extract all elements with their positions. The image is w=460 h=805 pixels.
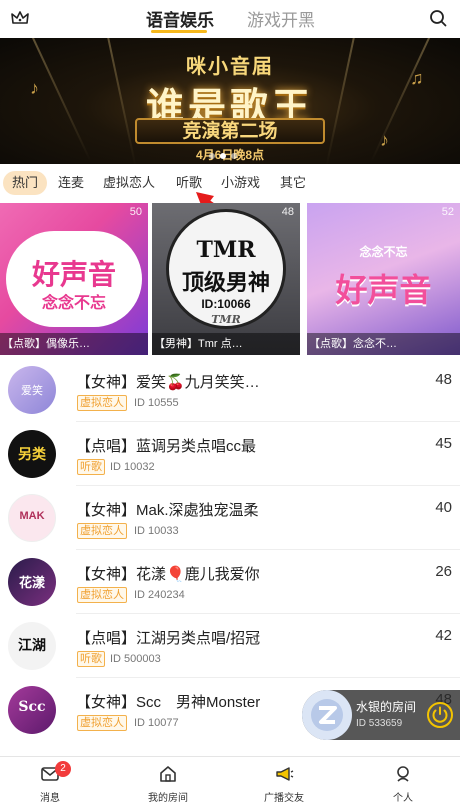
room-count: 40 <box>435 499 452 516</box>
featured-rooms: 50 好声音 念念不忘 【点歌】偶像乐… 48 TMR 顶级男神 ID:1006… <box>0 203 460 355</box>
card-art-text: TMR <box>196 237 256 263</box>
room-tag: 听歌 <box>77 459 105 475</box>
top-bar: 语音娱乐 游戏开黑 <box>0 0 460 38</box>
avatar <box>302 690 352 740</box>
card-art-text: ID:10066 <box>201 297 251 311</box>
tab-gaming[interactable]: 游戏开黑 <box>247 6 315 31</box>
card-art-text: TMR <box>211 313 241 326</box>
list-item[interactable]: MAK 【女神】Mak.深處独宠温柔 虚拟恋人 ID 10033 40 <box>0 486 460 550</box>
card-art-text: 念念不忘 <box>359 245 408 259</box>
room-title: 【女神】爱笑🍒九月笑笑… <box>76 374 260 391</box>
card-caption: 【男神】Tmr 点… <box>152 333 300 355</box>
list-item[interactable]: 花漾 【女神】花漾🎈鹿儿我爱你 虚拟恋人 ID 240234 26 <box>0 550 460 614</box>
card-count: 52 <box>441 206 454 218</box>
category-virtual-lover[interactable]: 虚拟恋人 <box>103 171 155 195</box>
power-icon[interactable] <box>426 701 454 729</box>
room-title: 【点唱】蓝调另类点唱cc最 <box>76 438 257 455</box>
card-caption: 【点歌】偶像乐… <box>0 333 148 355</box>
room-tag: 虚拟恋人 <box>77 587 127 603</box>
nav-messages[interactable]: 2 消息 <box>4 757 96 805</box>
room-tag: 听歌 <box>77 651 105 667</box>
nav-label: 消息 <box>40 793 60 804</box>
home-icon <box>160 766 176 782</box>
banner-top-line: 咪小音届 <box>186 54 274 78</box>
banner-subtitle: 竞演第二场 <box>135 118 325 144</box>
card-count: 50 <box>129 206 142 218</box>
category-hot[interactable]: 热门 <box>3 171 48 195</box>
avatar: Scc <box>8 686 56 734</box>
room-id: ID 500003 <box>110 653 161 665</box>
avatar: 江湖 <box>8 622 56 670</box>
person-icon <box>397 766 409 782</box>
room-count: 26 <box>435 563 452 580</box>
card-caption: 【点歌】念念不… <box>307 333 460 355</box>
floating-room-bubble[interactable]: 水银的房间 ID 533659 <box>302 690 460 740</box>
floating-room-name: 水银的房间 <box>356 700 417 714</box>
nav-profile[interactable]: 个人 <box>357 757 449 805</box>
card-art-text: 念念不忘 <box>41 295 106 312</box>
list-item[interactable]: 江湖 【点唱】江湖另类点唱/招冠 听歌 ID 500003 42 <box>0 614 460 678</box>
room-count: 45 <box>435 435 452 452</box>
category-mic[interactable]: 连麦 <box>58 171 84 195</box>
nav-label: 广播交友 <box>264 793 304 804</box>
room-id: ID 10032 <box>110 461 155 473</box>
nav-broadcast[interactable]: 广播交友 <box>238 757 330 805</box>
room-tag: 虚拟恋人 <box>77 715 127 731</box>
nav-my-room[interactable]: 我的房间 <box>122 757 214 805</box>
room-title: 【女神】Scc 男神Monster <box>76 694 261 711</box>
featured-card[interactable]: 52 念念不忘 好声音 【点歌】念念不… <box>307 203 460 355</box>
banner-pager <box>209 146 253 159</box>
unread-badge: 2 <box>55 761 71 777</box>
room-tag: 虚拟恋人 <box>77 395 127 411</box>
card-art-text: 顶级男神 <box>181 270 270 295</box>
pager-dot-active <box>220 153 226 159</box>
category-other[interactable]: 其它 <box>280 171 306 195</box>
room-id: ID 10555 <box>134 397 179 409</box>
featured-card[interactable]: 48 TMR 顶级男神 ID:10066 TMR 【男神】Tmr 点… <box>152 203 300 355</box>
card-count: 48 <box>281 206 294 218</box>
megaphone-icon <box>276 767 294 781</box>
search-icon[interactable] <box>428 8 448 28</box>
room-title: 【女神】花漾🎈鹿儿我爱你 <box>76 566 260 583</box>
room-id: ID 10077 <box>134 717 179 729</box>
avatar: 另类 <box>8 430 56 478</box>
list-item[interactable]: 另类 【点唱】蓝调另类点唱cc最 听歌 ID 10032 45 <box>0 422 460 486</box>
nav-label: 个人 <box>393 793 413 804</box>
room-count: 42 <box>435 627 452 644</box>
room-id: ID 10033 <box>134 525 179 537</box>
floating-room-id: ID 533659 <box>356 718 403 729</box>
room-tag: 虚拟恋人 <box>77 523 127 539</box>
avatar: 花漾 <box>8 558 56 606</box>
pager-dot <box>231 153 237 159</box>
active-tab-indicator <box>151 30 207 33</box>
room-title: 【点唱】江湖另类点唱/招冠 <box>76 630 261 647</box>
room-title: 【女神】Mak.深處独宠温柔 <box>76 502 259 519</box>
crown-icon[interactable] <box>10 8 30 28</box>
tab-voice-entertainment[interactable]: 语音娱乐 <box>146 6 214 31</box>
logo-icon <box>311 699 343 731</box>
featured-card[interactable]: 50 好声音 念念不忘 【点歌】偶像乐… <box>0 203 148 355</box>
card-art-text: 好声音 <box>31 259 116 290</box>
nav-label: 我的房间 <box>148 793 188 804</box>
pager-dot <box>209 153 215 159</box>
card-art-text: 好声音 <box>335 272 432 308</box>
avatar: MAK <box>8 494 56 542</box>
room-id: ID 240234 <box>134 589 185 601</box>
list-item[interactable]: 爱笑 【女神】爱笑🍒九月笑笑… 虚拟恋人 ID 10555 48 <box>0 358 460 422</box>
avatar: 爱笑 <box>8 366 56 414</box>
room-count: 48 <box>435 371 452 388</box>
bottom-nav: 2 消息 我的房间 广播交友 个人 <box>0 756 460 805</box>
